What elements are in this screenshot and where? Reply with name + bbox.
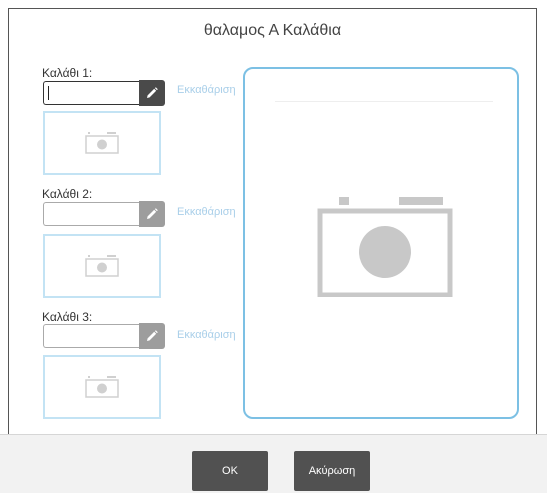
text-cursor	[48, 86, 49, 100]
basket-1-label: Καλάθι 1:	[42, 66, 93, 80]
basket-3-clear-link[interactable]: Εκκαθάριση	[177, 329, 236, 341]
basket-3-thumbnail[interactable]	[43, 355, 161, 419]
dialog-footer: OK Ακύρωση	[0, 434, 547, 493]
ok-button[interactable]: OK	[192, 451, 268, 491]
preview-divider	[275, 101, 493, 102]
camera-icon	[85, 255, 119, 277]
basket-2-thumbnail[interactable]	[43, 234, 161, 298]
pencil-icon	[147, 87, 158, 98]
basket-2-name-input[interactable]	[43, 202, 139, 226]
cancel-button[interactable]: Ακύρωση	[294, 451, 370, 491]
basket-1-thumbnail[interactable]	[43, 111, 161, 175]
pencil-icon	[147, 330, 158, 341]
basket-1-clear-link[interactable]: Εκκαθάριση	[177, 84, 236, 96]
basket-1-edit-button[interactable]	[139, 80, 165, 106]
basket-2-clear-link[interactable]: Εκκαθάριση	[177, 206, 236, 218]
camera-icon	[85, 376, 119, 398]
basket-1-name-input[interactable]	[43, 81, 139, 105]
basket-3-label: Καλάθι 3:	[42, 310, 93, 324]
basket-3-edit-button[interactable]	[139, 323, 165, 349]
pencil-icon	[147, 208, 158, 219]
camera-icon	[317, 197, 453, 297]
basket-2-edit-button[interactable]	[139, 201, 165, 227]
camera-icon	[85, 132, 119, 154]
basket-image-preview	[243, 67, 519, 419]
basket-3-name-input[interactable]	[43, 324, 139, 348]
basket-2-label: Καλάθι 2:	[42, 187, 93, 201]
dialog-title: θαλαμος Α Καλάθια	[203, 22, 342, 39]
basket-dialog: θαλαμος Α Καλάθια Καλάθι 1: Εκκαθάριση Κ…	[8, 8, 537, 492]
